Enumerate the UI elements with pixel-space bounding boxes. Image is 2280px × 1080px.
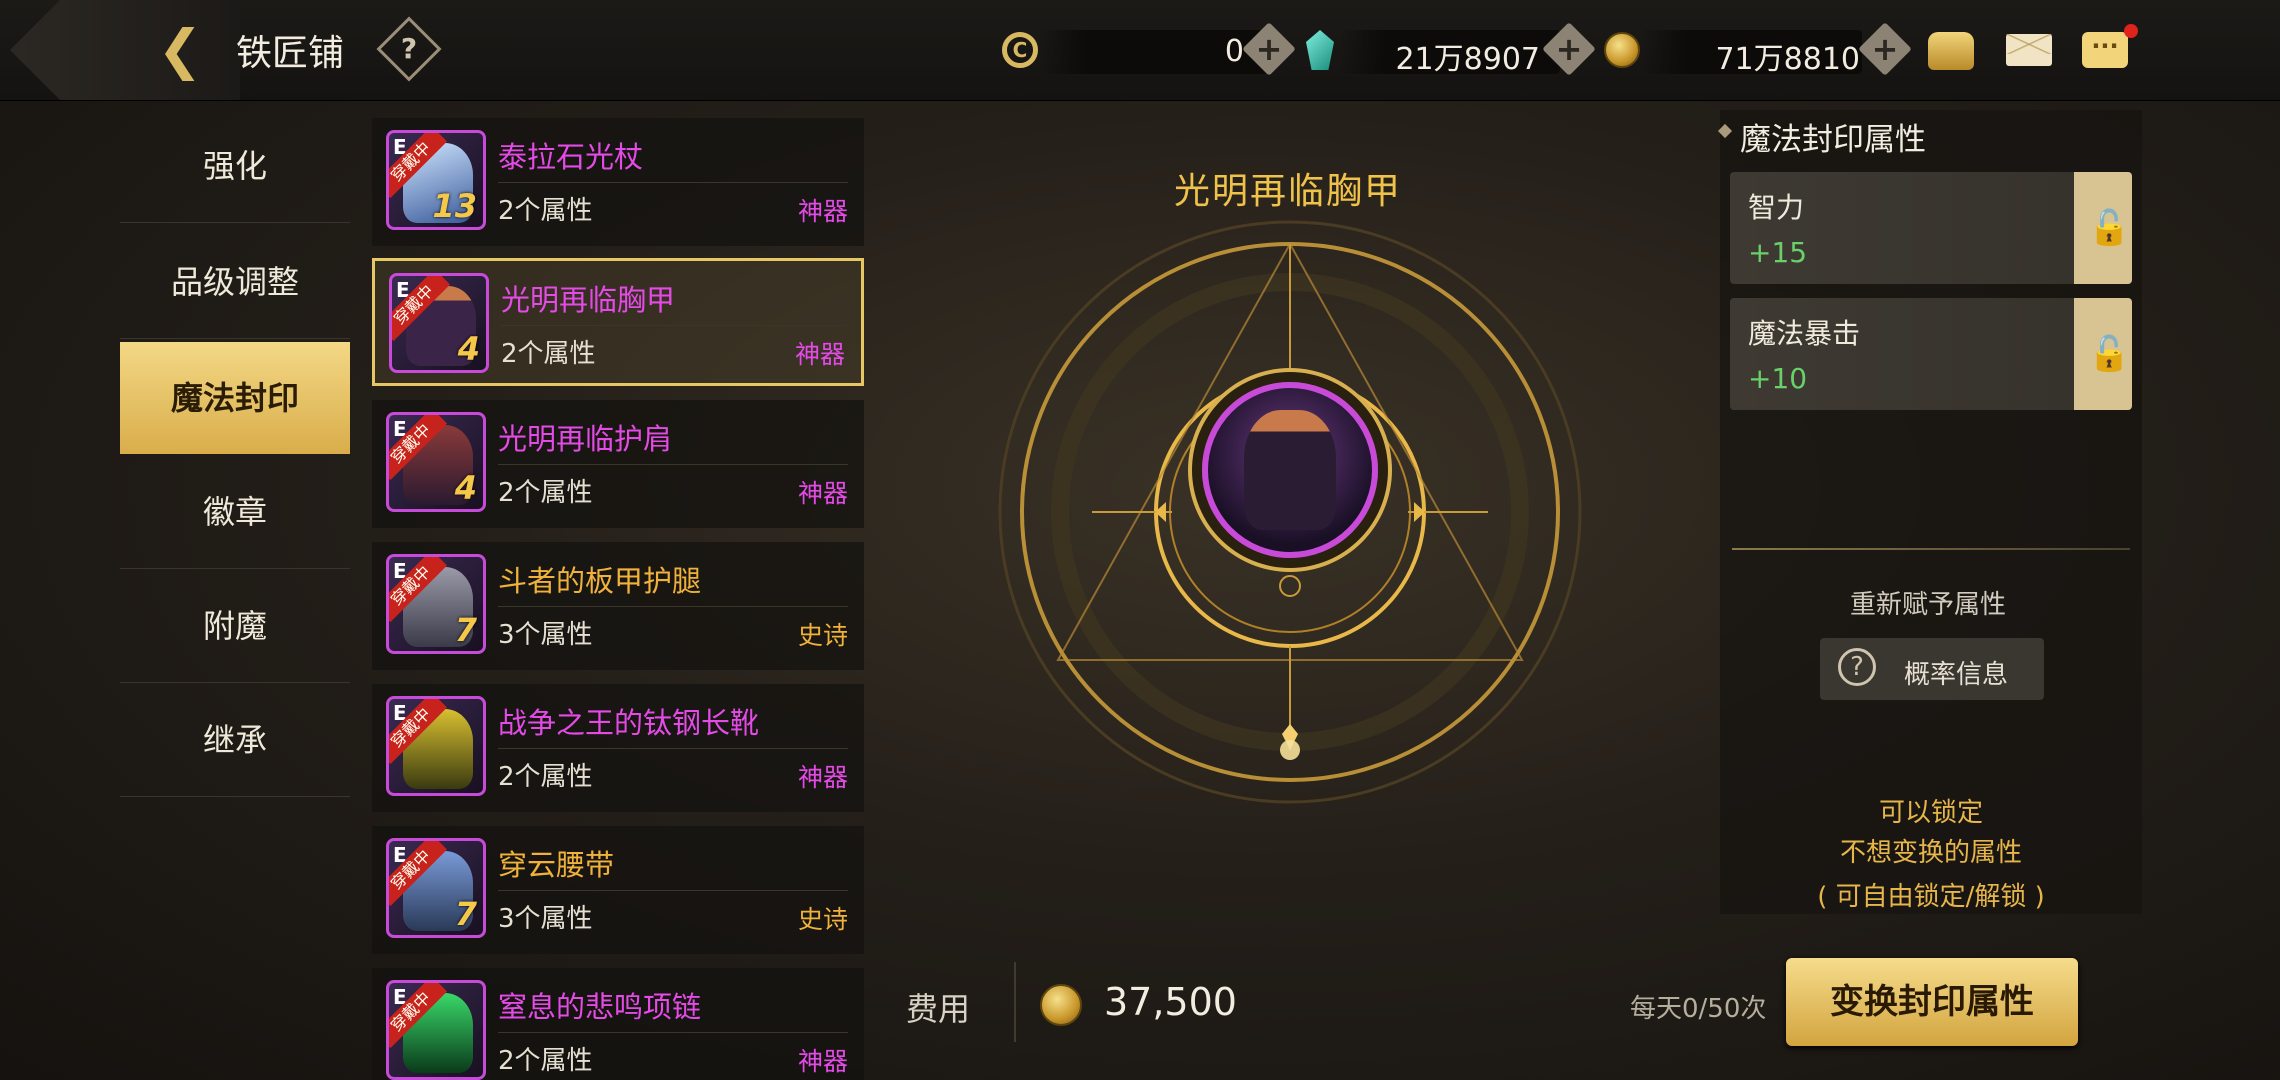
rarity-label: 史诗	[797, 621, 848, 650]
tab-emblem[interactable]: 徽章	[120, 456, 350, 569]
currency-c-value: 0	[1224, 34, 1244, 69]
equipment-icon: E 穿戴中 7	[386, 838, 486, 938]
equipment-list-item[interactable]: E 穿戴中 战争之王的钛钢长靴 2个属性 神器	[372, 684, 864, 812]
chat-icon[interactable]: ···	[2082, 32, 2128, 68]
attribute-count: 2个属性	[498, 196, 593, 226]
cost-divider	[1014, 962, 1016, 1042]
equipment-icon: E 穿戴中 7	[386, 554, 486, 654]
tab-enhance[interactable]: 强化	[120, 110, 350, 223]
equipment-name: 战争之王的钛钢长靴	[498, 706, 760, 740]
equipment-name: 穿云腰带	[498, 848, 615, 882]
gold-coin-icon	[1040, 984, 1082, 1026]
tab-enchant[interactable]: 附魔	[120, 570, 350, 683]
notification-dot	[2124, 24, 2138, 38]
equipment-list-item[interactable]: E 穿戴中 7 斗者的板甲护腿 3个属性 史诗	[372, 542, 864, 670]
equipment-name: 光明再临护肩	[498, 422, 673, 456]
equipment-icon: E 穿戴中 4	[386, 412, 486, 512]
attribute-count: 2个属性	[498, 762, 593, 792]
question-icon: ?	[400, 32, 418, 65]
row-divider	[498, 890, 848, 891]
rarity-label: 史诗	[797, 905, 848, 934]
lock-note-line: ( 可自由锁定/解锁 )	[1817, 882, 2045, 912]
equipment-portrait	[1202, 382, 1378, 558]
selected-equipment-name: 光明再临胸甲	[1174, 171, 1403, 212]
lock-note-line: 不想变换的属性	[1839, 838, 2022, 868]
unlock-icon: 🔓	[2088, 208, 2131, 248]
c-coin-icon: C	[1002, 32, 1038, 68]
tab-inherit[interactable]: 继承	[120, 684, 350, 797]
add-c-coin-button[interactable]: +	[1242, 22, 1296, 76]
equipment-name: 窒息的悲鸣项链	[498, 990, 702, 1024]
enhance-level: 13	[432, 187, 477, 225]
panel-divider	[1732, 548, 2130, 550]
enhance-level: 4	[457, 330, 480, 368]
probability-info-label[interactable]: 概率信息	[1904, 654, 2008, 691]
enhance-level: 4	[454, 469, 477, 507]
attribute-count: 3个属性	[498, 904, 593, 934]
rarity-label: 神器	[794, 340, 845, 369]
cost-label: 费用	[906, 990, 971, 1028]
row-divider	[501, 325, 845, 326]
mail-icon[interactable]	[2006, 34, 2052, 66]
equipment-list-item[interactable]: E 穿戴中 7 穿云腰带 3个属性 史诗	[372, 826, 864, 954]
rarity-label: 神器	[797, 479, 848, 508]
row-divider	[498, 606, 848, 607]
plus-icon: +	[1555, 30, 1583, 68]
reassign-label: 重新赋予属性	[1850, 590, 2007, 620]
row-divider	[498, 1032, 848, 1033]
equipment-name: 泰拉石光杖	[498, 140, 644, 174]
rarity-label: 神器	[797, 1047, 848, 1076]
rarity-label: 神器	[797, 763, 848, 792]
bag-icon[interactable]	[1928, 32, 1974, 70]
equipment-icon: E 穿戴中 13	[386, 130, 486, 230]
enhance-level: 7	[454, 611, 477, 649]
add-gold-button[interactable]: +	[1858, 22, 1912, 76]
equipment-icon: E 穿戴中 4	[389, 273, 489, 373]
attribute-count: 2个属性	[498, 1046, 593, 1076]
chest-armor-image	[1244, 410, 1336, 530]
attribute-name: 魔法暴击	[1748, 317, 1861, 350]
enhance-level: 7	[454, 895, 477, 933]
equipment-icon: E 穿戴中	[386, 980, 486, 1080]
lock-toggle[interactable]: 🔓	[2074, 298, 2132, 410]
rarity-label: 神器	[797, 197, 848, 226]
equipment-list-item[interactable]: E 穿戴中 4 光明再临护肩 2个属性 神器	[372, 400, 864, 528]
lock-toggle[interactable]: 🔓	[2074, 172, 2132, 284]
plus-icon: +	[1255, 30, 1283, 68]
attribute-value: +10	[1748, 362, 1808, 395]
equipment-list-item[interactable]: E 穿戴中 13 泰拉石光杖 2个属性 神器	[372, 118, 864, 246]
attribute-row: 智力 +15 🔓	[1730, 172, 2132, 284]
plus-icon: +	[1871, 30, 1899, 68]
daily-limit: 每天0/50次	[1630, 994, 1767, 1024]
equipment-name: 光明再临胸甲	[501, 283, 676, 317]
row-divider	[498, 464, 848, 465]
row-divider	[498, 748, 848, 749]
page-title: 铁匠铺	[236, 33, 345, 74]
equipment-icon: E 穿戴中	[386, 696, 486, 796]
back-arrow-icon[interactable]: ❮	[150, 20, 210, 80]
equipment-list-item[interactable]: E 穿戴中 窒息的悲鸣项链 2个属性 神器	[372, 968, 864, 1080]
row-divider	[498, 182, 848, 183]
add-gem-button[interactable]: +	[1542, 22, 1596, 76]
cost-value: 37,500	[1104, 980, 1237, 1024]
equipment-name: 斗者的板甲护腿	[498, 564, 702, 598]
currency-gem-value: 21万8907	[1395, 42, 1540, 77]
currency-gold-value: 71万8810	[1715, 42, 1860, 77]
lock-note-line: 可以锁定	[1878, 798, 1983, 828]
tab-grade-adjust[interactable]: 品级调整	[120, 226, 350, 339]
change-seal-button[interactable]: 变换封印属性	[1786, 958, 2078, 1046]
gold-coin-icon	[1604, 32, 1640, 68]
attribute-name: 智力	[1748, 191, 1805, 224]
attribute-value: +15	[1748, 236, 1808, 269]
attribute-count: 3个属性	[498, 620, 593, 650]
unlock-icon: 🔓	[2088, 334, 2131, 374]
attribute-count: 2个属性	[498, 478, 593, 508]
attribute-count: 2个属性	[501, 339, 596, 369]
question-circle-icon[interactable]: ?	[1838, 648, 1876, 686]
equipment-list-item[interactable]: E 穿戴中 4 光明再临胸甲 2个属性 神器	[372, 258, 864, 386]
panel-title: 魔法封印属性	[1740, 122, 1926, 158]
attribute-row: 魔法暴击 +10 🔓	[1730, 298, 2132, 410]
tab-magic-seal[interactable]: 魔法封印	[120, 342, 350, 454]
